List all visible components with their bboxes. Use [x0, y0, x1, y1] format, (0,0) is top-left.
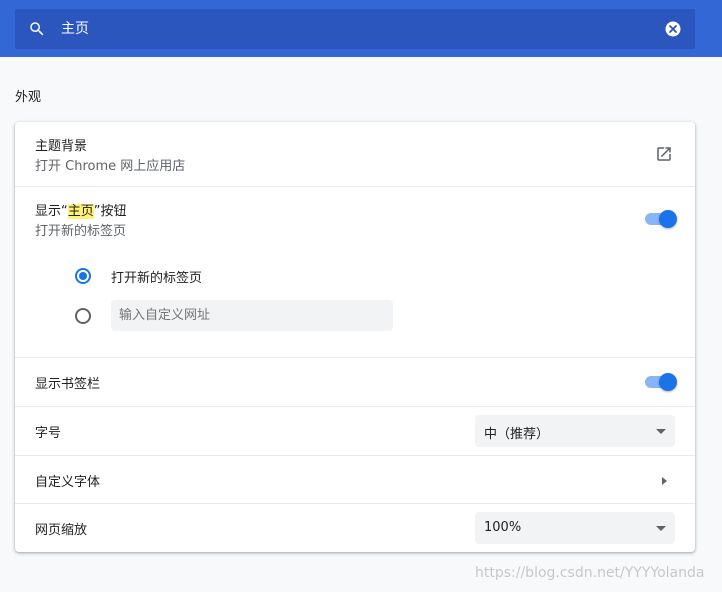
page-zoom-row: 网页缩放 100%: [15, 503, 695, 553]
search-icon: [30, 22, 44, 36]
bookmarks-bar-row[interactable]: 显示书签栏: [15, 357, 695, 406]
home-button-toggle[interactable]: [643, 210, 677, 228]
theme-subtitle: 打开 Chrome 网上应用店: [35, 159, 186, 174]
page-zoom-value: 100%: [484, 520, 522, 535]
section-title: 外观: [15, 90, 42, 105]
chevron-right-icon: [662, 477, 667, 485]
home-button-title: 显示“主页”按钮: [35, 200, 127, 219]
home-button-row: 显示“主页”按钮 打开新的标签页 打开新的标签页: [15, 186, 695, 358]
home-button-title-prefix: 显示“: [35, 204, 68, 219]
bookmarks-bar-toggle[interactable]: [643, 373, 677, 391]
search-highlight: 主页: [67, 204, 94, 219]
page-zoom-label: 网页缩放: [35, 523, 88, 538]
home-button-subtitle: 打开新的标签页: [35, 224, 127, 239]
radio-custom-url[interactable]: [75, 308, 91, 324]
toolbar: 主页: [0, 0, 722, 57]
dropdown-arrow-icon: [656, 526, 666, 531]
custom-url-input[interactable]: [111, 300, 393, 331]
theme-title: 主题背景: [35, 139, 88, 154]
font-size-value: 中（推荐）: [484, 427, 550, 442]
theme-row[interactable]: 主题背景 打开 Chrome 网上应用店: [15, 122, 695, 186]
watermark: https://blog.csdn.net/YYYYolanda: [475, 565, 705, 581]
font-size-select[interactable]: 中（推荐）: [475, 415, 675, 447]
custom-fonts-label: 自定义字体: [35, 475, 101, 490]
page-zoom-select[interactable]: 100%: [475, 512, 675, 544]
toggle-knob: [659, 210, 677, 228]
font-size-row: 字号 中（推荐）: [15, 406, 695, 455]
search-box[interactable]: 主页: [15, 9, 695, 49]
bookmarks-bar-label: 显示书签栏: [35, 377, 101, 392]
clear-search-icon[interactable]: [664, 20, 682, 38]
search-input[interactable]: 主页: [61, 19, 89, 39]
font-size-label: 字号: [35, 426, 62, 441]
home-button-title-suffix: ”按钮: [93, 204, 127, 219]
appearance-card: 主题背景 打开 Chrome 网上应用店 显示“主页”按钮 打开新的标签页 打开…: [15, 122, 695, 552]
open-external-icon[interactable]: [655, 145, 673, 163]
custom-fonts-row[interactable]: 自定义字体: [15, 455, 695, 504]
radio-new-tab[interactable]: [75, 268, 91, 284]
radio-new-tab-label[interactable]: 打开新的标签页: [111, 267, 202, 286]
dropdown-arrow-icon: [656, 429, 666, 434]
toggle-knob: [659, 373, 677, 391]
